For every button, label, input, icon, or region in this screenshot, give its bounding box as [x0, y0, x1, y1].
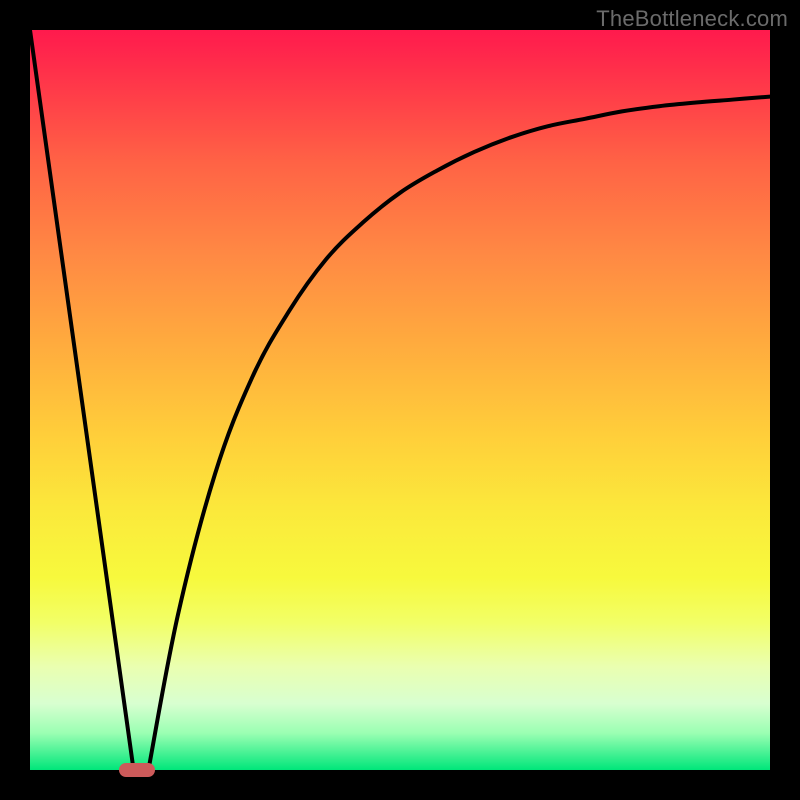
curve-group [30, 30, 770, 770]
curve-right-branch [148, 97, 770, 770]
chart-frame: TheBottleneck.com [0, 0, 800, 800]
plot-area [30, 30, 770, 770]
curve-left-branch [30, 30, 134, 770]
watermark-text: TheBottleneck.com [596, 6, 788, 32]
curve-svg [30, 30, 770, 770]
vertex-marker [119, 763, 155, 777]
